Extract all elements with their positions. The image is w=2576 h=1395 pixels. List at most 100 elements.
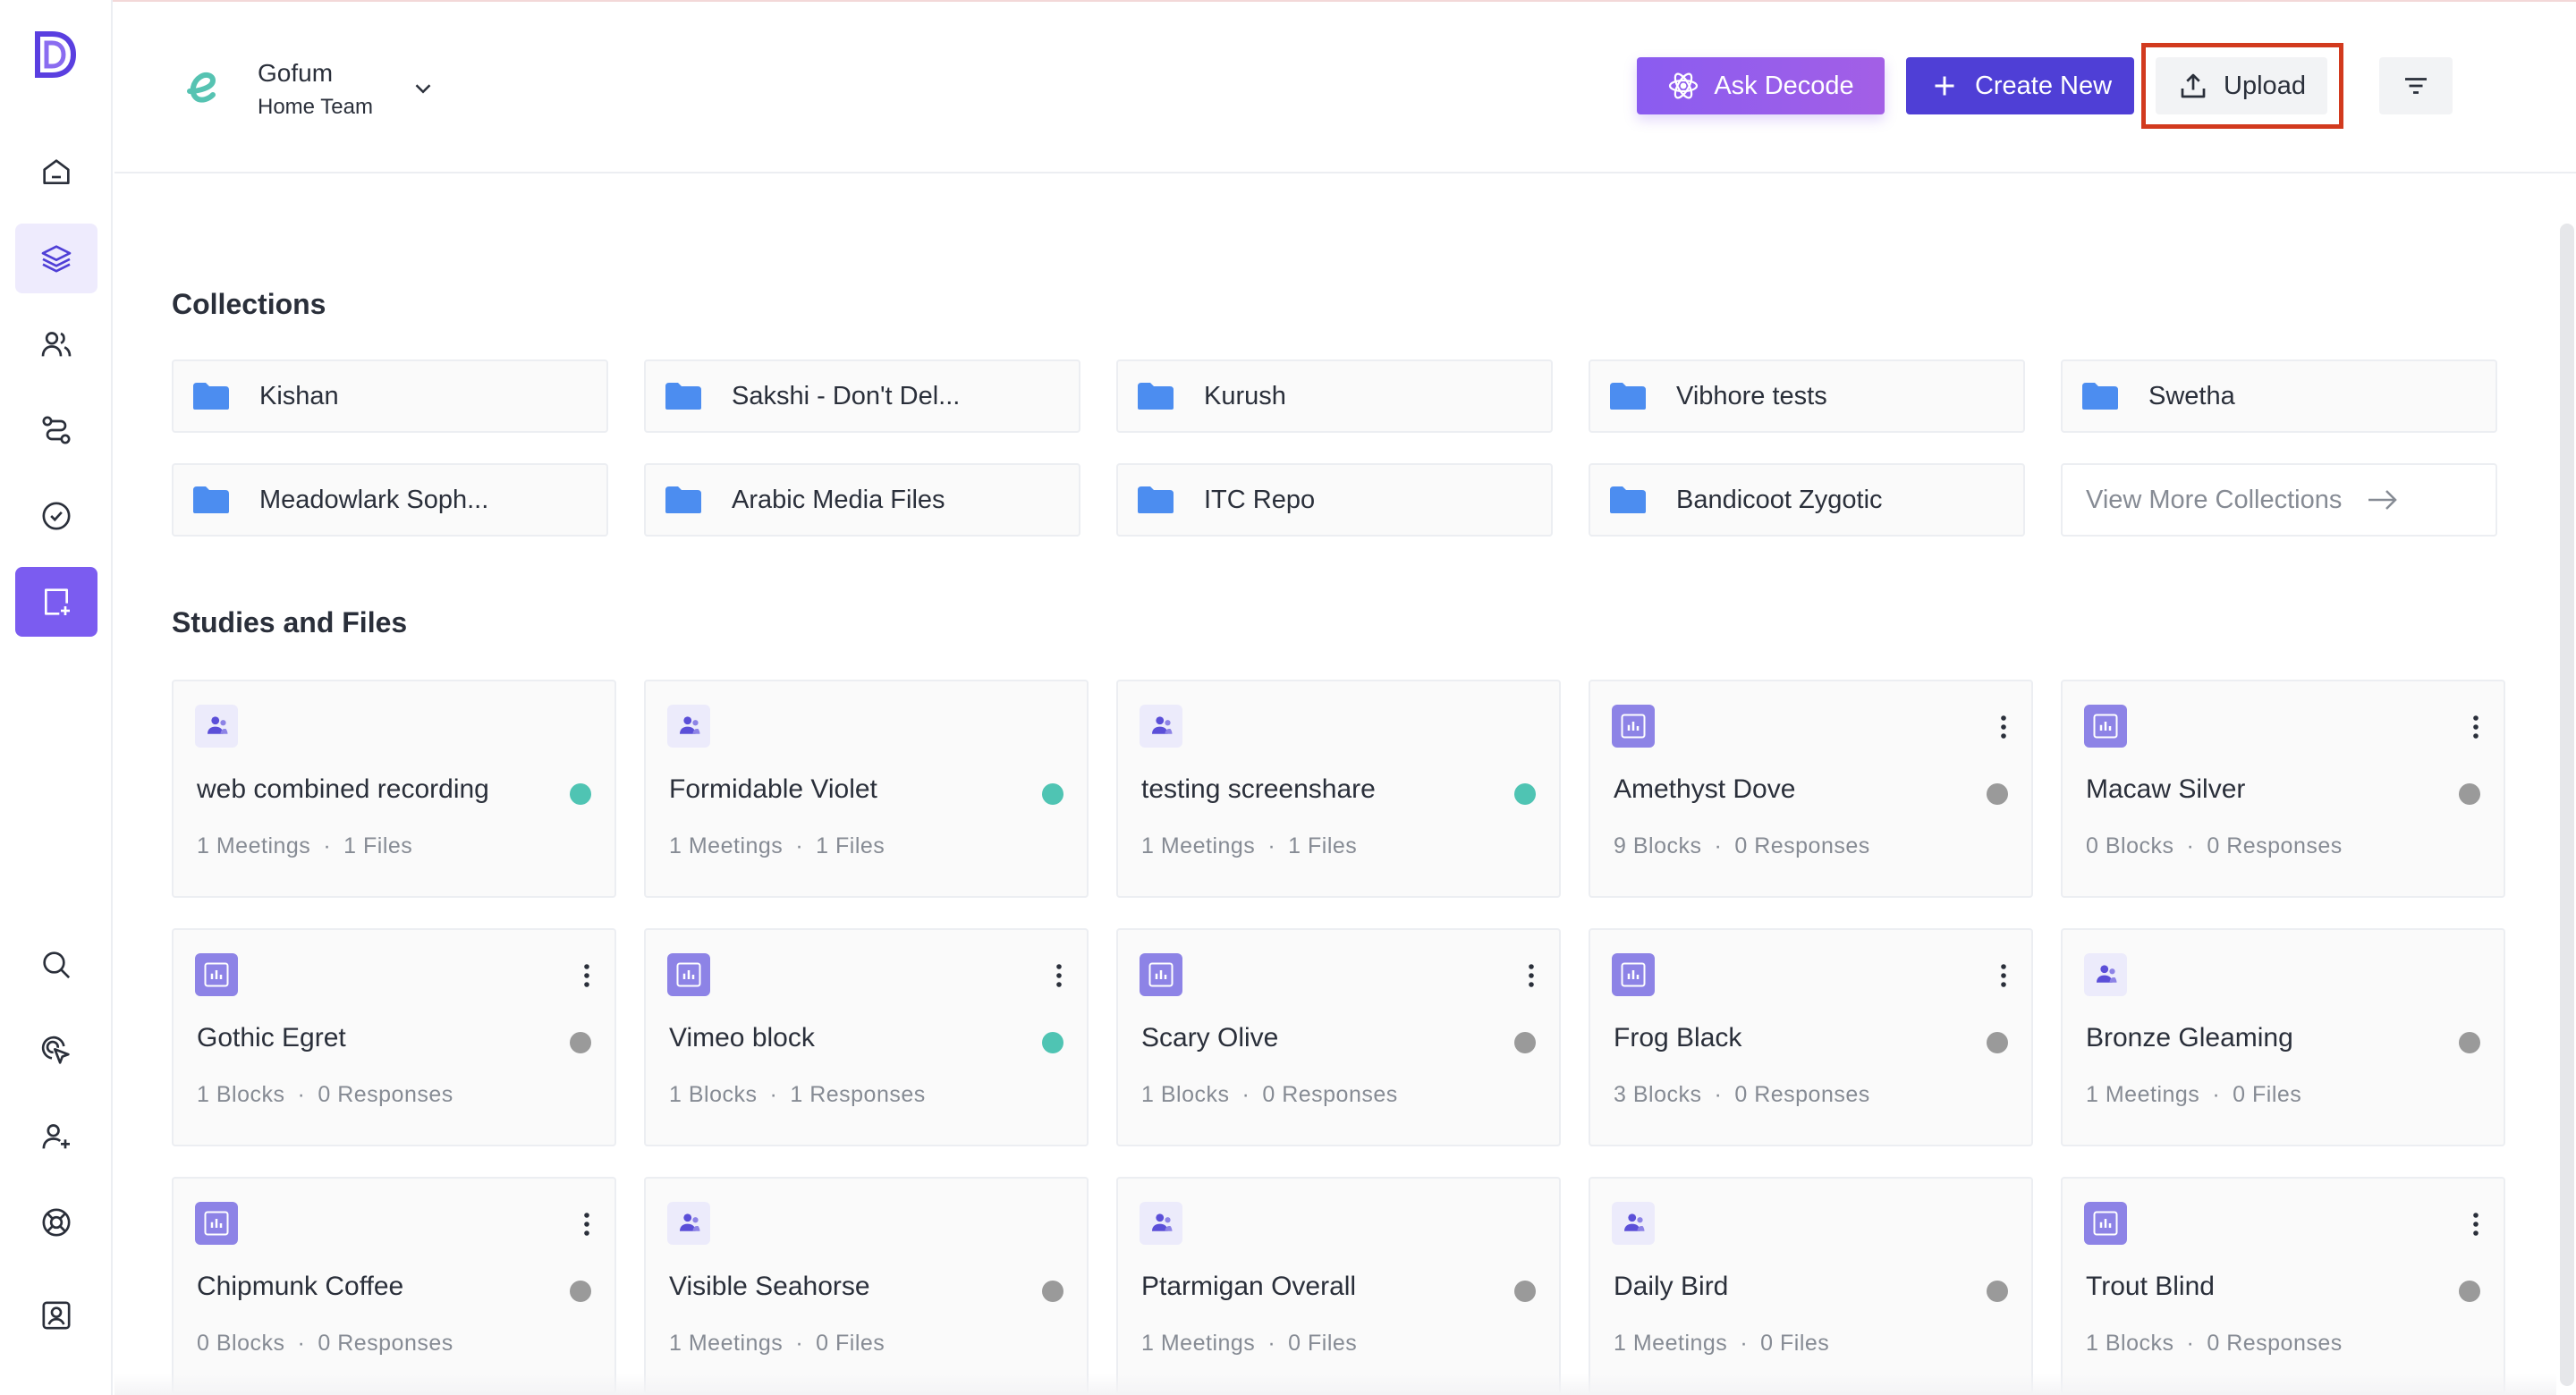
bar-chart-file-icon xyxy=(2093,1211,2118,1236)
study-card[interactable]: web combined recording 1 Meetings · 1 Files xyxy=(172,680,616,898)
collection-item[interactable]: ITC Repo xyxy=(1116,463,1553,537)
study-card[interactable]: Ptarmigan Overall 1 Meetings · 0 Files xyxy=(1116,1177,1561,1395)
bar-chart-file-icon xyxy=(1621,962,1646,987)
study-card[interactable]: Visible Seahorse 1 Meetings · 0 Files xyxy=(644,1177,1089,1395)
card-meta: 1 Blocks · 0 Responses xyxy=(1141,1082,1398,1108)
nav-files[interactable] xyxy=(15,567,97,637)
meta-count-b: 0 xyxy=(1288,1331,1301,1356)
study-type-icon xyxy=(2084,953,2127,996)
meta-separator: · xyxy=(1714,833,1723,858)
card-title: Bronze Gleaming xyxy=(2086,1023,2293,1053)
create-new-button[interactable]: Create New xyxy=(1906,57,2134,114)
study-card[interactable]: testing screenshare 1 Meetings · 1 Files xyxy=(1116,680,1561,898)
study-card[interactable]: Formidable Violet 1 Meetings · 1 Files xyxy=(644,680,1089,898)
collection-name: Meadowlark Soph... xyxy=(259,485,489,514)
meta-count-a: 1 xyxy=(2086,1082,2099,1107)
nav-tasks[interactable] xyxy=(15,481,97,551)
meta-separator: · xyxy=(297,1082,306,1107)
study-card[interactable]: Gothic Egret 1 Blocks · 0 Responses xyxy=(172,928,616,1146)
collection-item[interactable]: Vibhore tests xyxy=(1589,359,2025,433)
card-title: Frog Black xyxy=(1614,1023,1742,1053)
study-card[interactable]: Daily Bird 1 Meetings · 0 Files xyxy=(1589,1177,2033,1395)
decode-logo-icon[interactable] xyxy=(32,30,77,79)
ask-decode-button[interactable]: Ask Decode xyxy=(1637,57,1885,114)
kebab-menu-icon[interactable] xyxy=(582,1211,591,1238)
nav-interactions[interactable] xyxy=(15,1016,97,1086)
study-card[interactable]: Amethyst Dove 9 Blocks · 0 Responses xyxy=(1589,680,2033,898)
meta-count-b: 0 xyxy=(2207,833,2220,858)
file-type-icon xyxy=(195,953,238,996)
filter-button[interactable] xyxy=(2379,57,2453,114)
meta-label-b: Files xyxy=(1308,833,1358,858)
folder-icon xyxy=(1610,383,1646,410)
nav-home[interactable] xyxy=(15,138,97,207)
meta-separator: · xyxy=(1267,833,1276,858)
kebab-menu-icon[interactable] xyxy=(2471,714,2480,740)
lifebuoy-icon xyxy=(42,1208,71,1237)
nav-studies[interactable] xyxy=(15,224,97,293)
bottom-fade xyxy=(114,1374,2556,1395)
bar-chart-file-icon xyxy=(676,962,701,987)
study-card[interactable]: Vimeo block 1 Blocks · 1 Responses xyxy=(644,928,1089,1146)
folder-icon xyxy=(1138,486,1174,513)
card-meta: 1 Meetings · 1 Files xyxy=(197,833,412,859)
study-card[interactable]: Scary Olive 1 Blocks · 0 Responses xyxy=(1116,928,1561,1146)
study-card[interactable]: Trout Blind 1 Blocks · 0 Responses xyxy=(2061,1177,2505,1395)
kebab-menu-icon[interactable] xyxy=(1527,962,1536,989)
nav-profile[interactable] xyxy=(15,1281,97,1350)
meta-separator: · xyxy=(795,833,804,858)
meta-label-b: Responses xyxy=(337,1331,453,1356)
team-logo-icon[interactable] xyxy=(179,64,224,109)
card-title: Macaw Silver xyxy=(2086,774,2246,804)
meta-label-a: Meetings xyxy=(216,833,311,858)
meta-separator: · xyxy=(2186,1331,2195,1356)
nav-help[interactable] xyxy=(15,1188,97,1257)
bar-chart-file-icon xyxy=(204,962,229,987)
study-card[interactable]: Frog Black 3 Blocks · 0 Responses xyxy=(1589,928,2033,1146)
people-study-icon xyxy=(1624,1213,1645,1231)
nav-invite[interactable] xyxy=(15,1102,97,1171)
upload-button[interactable]: Upload xyxy=(2156,57,2327,114)
collection-item[interactable]: Sakshi - Don't Del... xyxy=(644,359,1080,433)
check-badge-icon xyxy=(42,502,71,530)
layers-icon xyxy=(41,245,72,273)
view-more-collections-button[interactable]: View More Collections xyxy=(2061,463,2497,537)
meta-count-b: 0 xyxy=(1734,833,1748,858)
meta-count-a: 1 xyxy=(1614,1331,1627,1356)
kebab-menu-icon[interactable] xyxy=(1055,962,1063,989)
kebab-menu-icon[interactable] xyxy=(582,962,591,989)
study-card[interactable]: Macaw Silver 0 Blocks · 0 Responses xyxy=(2061,680,2505,898)
file-type-icon xyxy=(2084,705,2127,748)
status-dot xyxy=(1514,783,1536,805)
collection-name: Arabic Media Files xyxy=(732,485,945,514)
chevron-down-icon[interactable] xyxy=(410,75,436,102)
status-dot xyxy=(1514,1281,1536,1302)
card-title: Amethyst Dove xyxy=(1614,774,1796,804)
meta-count-b: 0 xyxy=(2233,1082,2246,1107)
people-study-icon xyxy=(680,716,700,734)
nav-journeys[interactable] xyxy=(15,395,97,465)
collection-item[interactable]: Kishan xyxy=(172,359,608,433)
scrollbar[interactable] xyxy=(2560,224,2574,1386)
upload-label: Upload xyxy=(2224,71,2306,100)
meta-label-b: Files xyxy=(835,833,886,858)
nav-participants[interactable] xyxy=(15,309,97,379)
kebab-menu-icon[interactable] xyxy=(2471,1211,2480,1238)
collection-item[interactable]: Kurush xyxy=(1116,359,1553,433)
collection-item[interactable]: Meadowlark Soph... xyxy=(172,463,608,537)
study-card[interactable]: Chipmunk Coffee 0 Blocks · 0 Responses xyxy=(172,1177,616,1395)
nav-search[interactable] xyxy=(15,930,97,1000)
collection-item[interactable]: Bandicoot Zygotic xyxy=(1589,463,2025,537)
status-dot xyxy=(1987,1032,2008,1053)
team-name[interactable]: Gofum xyxy=(258,59,333,88)
status-dot xyxy=(1514,1032,1536,1053)
study-card[interactable]: Bronze Gleaming 1 Meetings · 0 Files xyxy=(2061,928,2505,1146)
collection-item[interactable]: Swetha xyxy=(2061,359,2497,433)
team-subtitle[interactable]: Home Team xyxy=(258,95,373,120)
route-icon xyxy=(42,416,71,444)
kebab-menu-icon[interactable] xyxy=(1999,962,2008,989)
search-icon xyxy=(43,951,71,979)
collection-item[interactable]: Arabic Media Files xyxy=(644,463,1080,537)
kebab-menu-icon[interactable] xyxy=(1999,714,2008,740)
meta-count-a: 1 xyxy=(669,833,682,858)
